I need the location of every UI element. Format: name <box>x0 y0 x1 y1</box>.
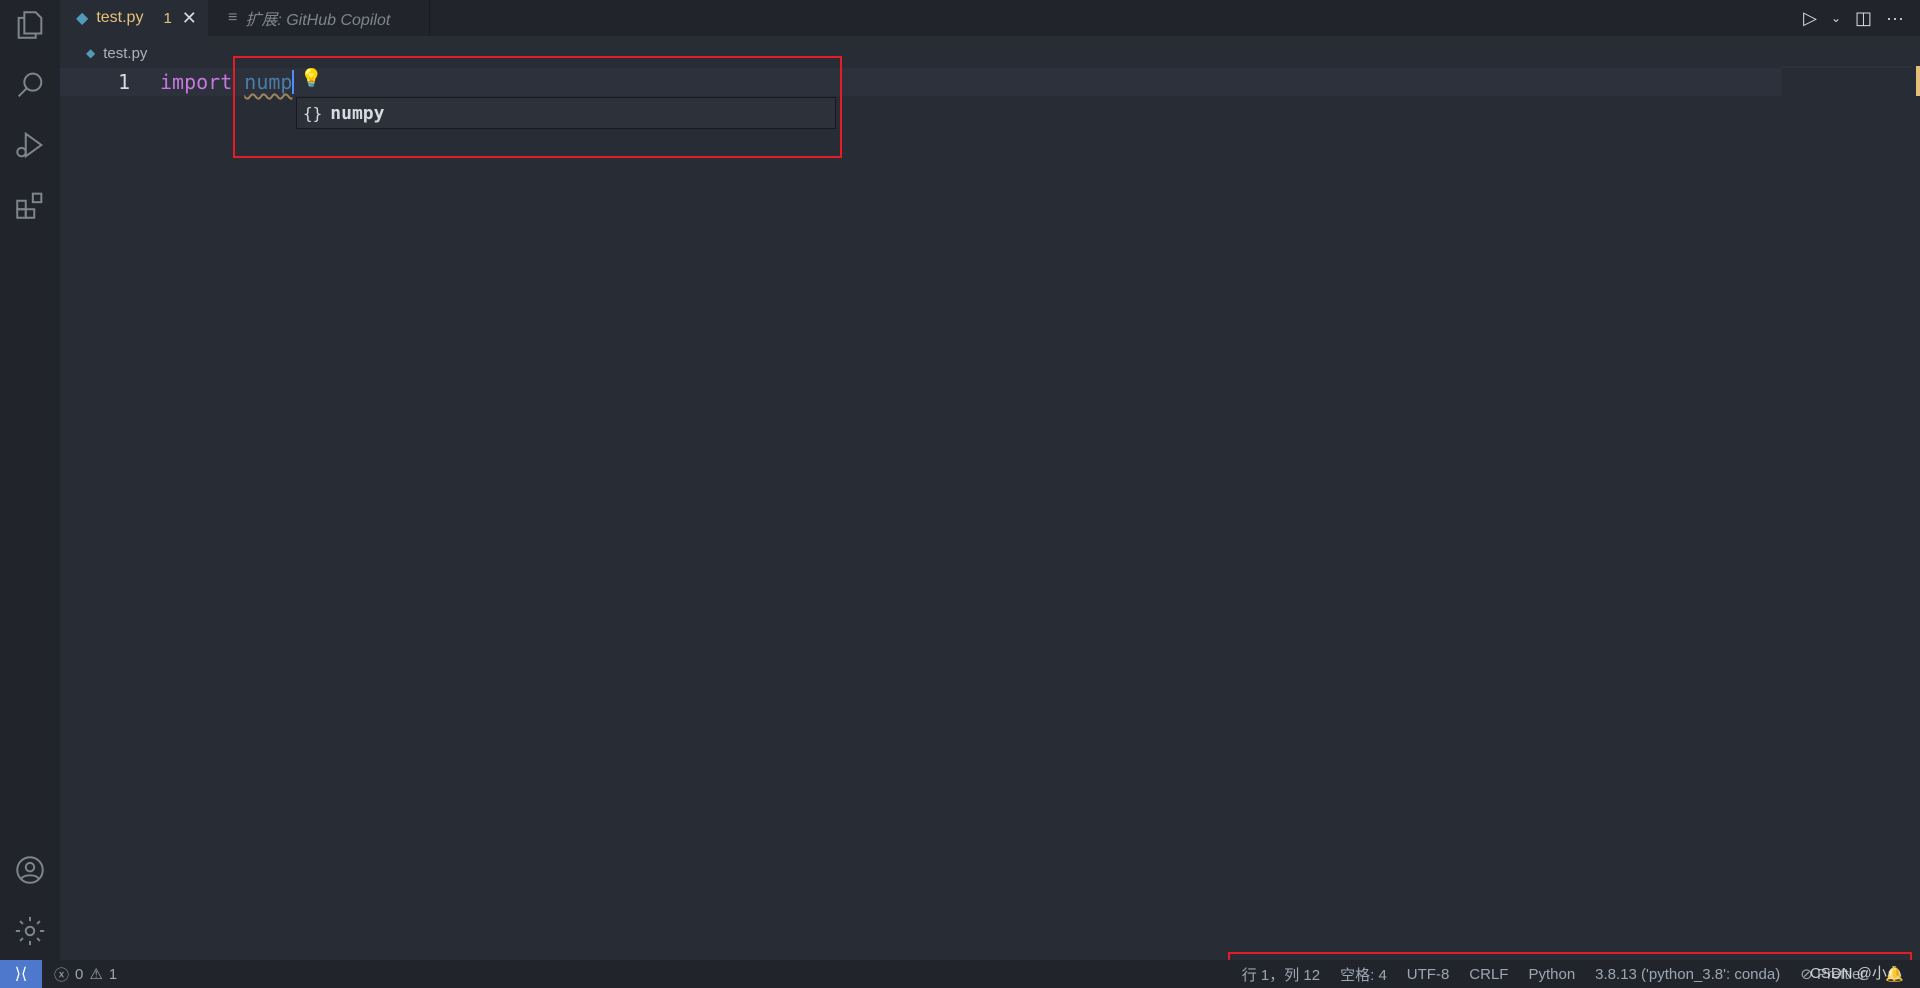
close-icon[interactable]: ✕ <box>182 8 197 29</box>
status-bar: ⟩⟨ ⓧ 0 ⚠ 1 行 1，列 12 空格: 4 UTF-8 CRLF Pyt… <box>0 960 1920 988</box>
python-interpreter[interactable]: 3.8.13 ('python_3.8': conda) <box>1595 966 1780 983</box>
run-debug-icon[interactable] <box>0 120 60 170</box>
chevron-down-icon[interactable]: ⌄ <box>1831 11 1841 25</box>
python-file-icon: ◆ <box>86 46 96 60</box>
more-actions-icon[interactable]: ··· <box>1886 8 1904 29</box>
extensions-icon[interactable] <box>0 180 60 230</box>
breadcrumb-file[interactable]: test.py <box>103 45 147 62</box>
split-editor-icon[interactable]: ◫ <box>1855 8 1872 29</box>
remote-indicator-icon[interactable]: ⟩⟨ <box>0 960 42 988</box>
explorer-icon[interactable] <box>0 0 60 50</box>
python-file-icon: ◆ <box>76 10 89 27</box>
overview-ruler <box>1782 66 1912 68</box>
activity-bar <box>0 0 60 960</box>
encoding[interactable]: UTF-8 <box>1407 966 1450 983</box>
error-count: 0 <box>75 965 84 983</box>
tab-label: 扩展: GitHub Copilot <box>245 12 391 29</box>
tab-problem-count: 1 <box>163 9 172 27</box>
account-icon[interactable] <box>0 845 60 895</box>
settings-gear-icon[interactable] <box>0 906 60 956</box>
status-problems[interactable]: ⓧ 0 ⚠ 1 <box>54 964 117 985</box>
tab-label: test.py <box>96 9 144 26</box>
indentation[interactable]: 空格: 4 <box>1340 964 1387 985</box>
tab-test-py[interactable]: ◆ test.py 1 ✕ <box>60 0 208 36</box>
line-number: 1 <box>117 70 130 94</box>
preview-lines-icon: ≡ <box>228 9 238 26</box>
error-icon: ⓧ <box>54 966 70 984</box>
end-of-line[interactable]: CRLF <box>1469 966 1508 983</box>
status-right-items: 行 1，列 12 空格: 4 UTF-8 CRLF Python 3.8.13 … <box>1242 960 1904 988</box>
editor-actions: ▷ ⌄ ◫ ··· <box>1803 0 1920 36</box>
scrollbar-marker[interactable] <box>1916 66 1920 96</box>
breadcrumb[interactable]: ◆ test.py <box>86 42 147 64</box>
highlight-box-editor <box>233 56 842 158</box>
tab-copilot-extension[interactable]: ≡ 扩展: GitHub Copilot <box>208 0 430 36</box>
search-icon[interactable] <box>0 60 60 110</box>
run-icon[interactable]: ▷ <box>1803 8 1817 29</box>
warning-icon: ⚠ <box>89 966 103 983</box>
warning-count: 1 <box>108 965 118 983</box>
watermark: CSDN @小心 <box>1810 965 1902 982</box>
language-mode[interactable]: Python <box>1528 966 1575 983</box>
cursor-position[interactable]: 行 1，列 12 <box>1242 964 1320 985</box>
import-keyword: import <box>160 70 233 94</box>
